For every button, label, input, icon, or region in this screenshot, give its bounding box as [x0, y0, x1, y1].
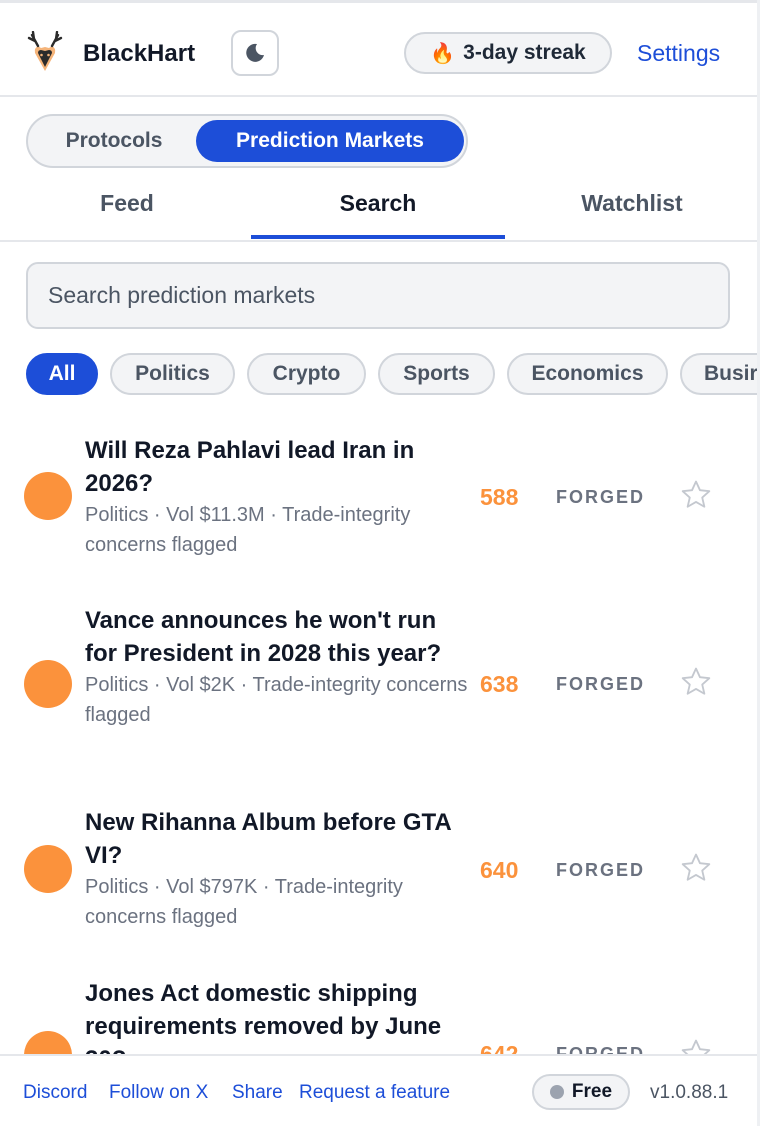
deer-logo-icon: [27, 31, 63, 71]
star-icon[interactable]: [679, 478, 713, 512]
market-score: 588: [480, 484, 519, 510]
fire-icon: 🔥: [430, 42, 456, 65]
chip-politics[interactable]: Politics: [110, 353, 235, 395]
active-tab-indicator: [251, 235, 505, 239]
market-row[interactable]: Jones Act domestic shipping requirements…: [0, 977, 757, 1054]
market-text: Vance announces he won't run for Preside…: [85, 604, 470, 730]
follow-on-x-link[interactable]: Follow on X: [109, 1082, 208, 1104]
search-input[interactable]: [26, 262, 730, 329]
market-meta: Politics · Vol $797K · Trade-integrity c…: [85, 876, 403, 928]
discord-link[interactable]: Discord: [23, 1082, 87, 1104]
mode-segmented-control: Protocols Prediction Markets: [26, 114, 468, 168]
moon-icon: [246, 43, 264, 62]
request-feature-link[interactable]: Request a feature: [299, 1082, 450, 1104]
streak-badge: 🔥 3-day streak: [404, 32, 612, 74]
market-meta: Politics · Vol $11.3M · Trade-integrity …: [85, 504, 411, 556]
market-avatar: [24, 660, 72, 708]
market-row[interactable]: New Rihanna Album before GTA VI? Politic…: [0, 806, 757, 936]
star-icon[interactable]: [679, 851, 713, 885]
market-meta: Politics · Vol $2K · Trade-integrity con…: [85, 674, 468, 726]
segment-protocols[interactable]: Protocols: [34, 120, 194, 162]
market-score: 638: [480, 671, 519, 697]
market-avatar: [24, 472, 72, 520]
status-dot-icon: [549, 1085, 564, 1099]
chip-crypto[interactable]: Crypto: [247, 353, 366, 395]
market-score: 640: [480, 857, 519, 883]
market-status: FORGED: [556, 1044, 646, 1054]
star-icon[interactable]: [679, 1037, 713, 1054]
market-title: Vance announces he won't run for Preside…: [85, 607, 442, 667]
category-chips: All Politics Crypto Sports Economics Bus…: [0, 353, 757, 395]
market-list: Will Reza Pahlavi lead Iran in 2026? Pol…: [0, 400, 757, 1054]
settings-link[interactable]: Settings: [637, 40, 720, 67]
theme-toggle-button[interactable]: [231, 30, 279, 76]
segment-prediction-markets[interactable]: Prediction Markets: [196, 120, 464, 162]
footer: Discord Follow on X Share Request a feat…: [0, 1054, 757, 1126]
chip-economics[interactable]: Economics: [507, 353, 668, 395]
market-avatar: [24, 845, 72, 893]
market-status: FORGED: [556, 674, 646, 694]
plan-label: Free: [571, 1081, 613, 1102]
market-text: New Rihanna Album before GTA VI? Politic…: [85, 806, 470, 932]
version-label: v1.0.88.1: [650, 1082, 729, 1103]
app-title: BlackHart: [83, 40, 196, 67]
market-status: FORGED: [556, 860, 646, 880]
market-row[interactable]: Will Reza Pahlavi lead Iran in 2026? Pol…: [0, 433, 757, 563]
market-avatar: [24, 1031, 72, 1054]
tab-bar: Feed Search Watchlist: [0, 178, 757, 242]
tab-watchlist[interactable]: Watchlist: [505, 178, 759, 240]
star-icon[interactable]: [679, 665, 713, 699]
market-title: Will Reza Pahlavi lead Iran in 2026?: [85, 437, 415, 497]
market-row[interactable]: Vance announces he won't run for Preside…: [0, 604, 757, 764]
chip-all[interactable]: All: [26, 353, 98, 395]
plan-badge: Free: [532, 1074, 630, 1110]
share-link[interactable]: Share: [232, 1082, 283, 1104]
chip-business[interactable]: Busir: [680, 353, 757, 395]
market-text: Jones Act domestic shipping requirements…: [85, 977, 470, 1054]
streak-label: 3-day streak: [463, 41, 586, 64]
market-title: Jones Act domestic shipping requirements…: [85, 980, 442, 1054]
market-score: 642: [480, 1041, 519, 1054]
header: BlackHart 🔥 3-day streak Settings: [0, 3, 757, 97]
market-title: New Rihanna Album before GTA VI?: [85, 809, 451, 869]
market-text: Will Reza Pahlavi lead Iran in 2026? Pol…: [85, 434, 470, 560]
chip-sports[interactable]: Sports: [378, 353, 495, 395]
tab-feed[interactable]: Feed: [0, 178, 254, 240]
tab-search[interactable]: Search: [251, 178, 505, 240]
market-status: FORGED: [556, 487, 646, 507]
